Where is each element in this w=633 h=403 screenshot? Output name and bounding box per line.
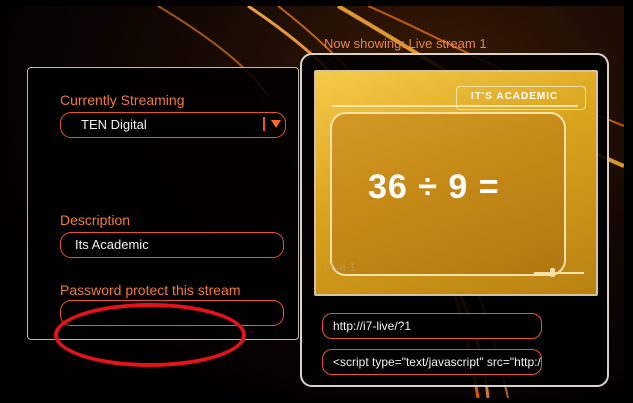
currently-streaming-label: Currently Streaming: [60, 92, 185, 108]
stream-url-field[interactable]: http://i7-live/?1: [322, 313, 542, 339]
dropdown-separator: [263, 117, 265, 131]
brand-logo: IT'S ACADEMIC: [456, 86, 586, 110]
video-preview[interactable]: IT'S ACADEMIC 36 ÷ 9 = Live 1: [314, 70, 598, 296]
currently-streaming-value: TEN Digital: [81, 117, 147, 132]
stream-settings-panel: Currently Streaming TEN Digital Descript…: [27, 67, 299, 340]
description-value: Its Academic: [75, 237, 149, 252]
description-label: Description: [60, 212, 131, 228]
volume-slider-knob[interactable]: [550, 268, 555, 277]
annotation-ellipse: [54, 303, 246, 367]
brand-text: IT'S ACADEMIC: [471, 91, 559, 102]
live-stream-label: Live 1: [324, 260, 357, 274]
embed-code-value: <script type="text/javascript" src="http…: [333, 355, 542, 369]
now-showing-label: Now showing: Live stream 1: [324, 36, 487, 51]
stream-url-value: http://i7-live/?1: [333, 319, 412, 333]
embed-code-field[interactable]: <script type="text/javascript" src="http…: [322, 349, 542, 375]
video-equation-text: 36 ÷ 9 =: [368, 168, 500, 206]
preview-panel: IT'S ACADEMIC 36 ÷ 9 = Live 1 http://i7-…: [300, 53, 609, 387]
volume-slider-track[interactable]: [534, 272, 584, 274]
password-label: Password protect this stream: [60, 282, 241, 298]
description-field[interactable]: Its Academic: [60, 232, 284, 258]
chevron-down-icon[interactable]: [271, 120, 281, 128]
currently-streaming-dropdown[interactable]: TEN Digital: [60, 112, 286, 138]
